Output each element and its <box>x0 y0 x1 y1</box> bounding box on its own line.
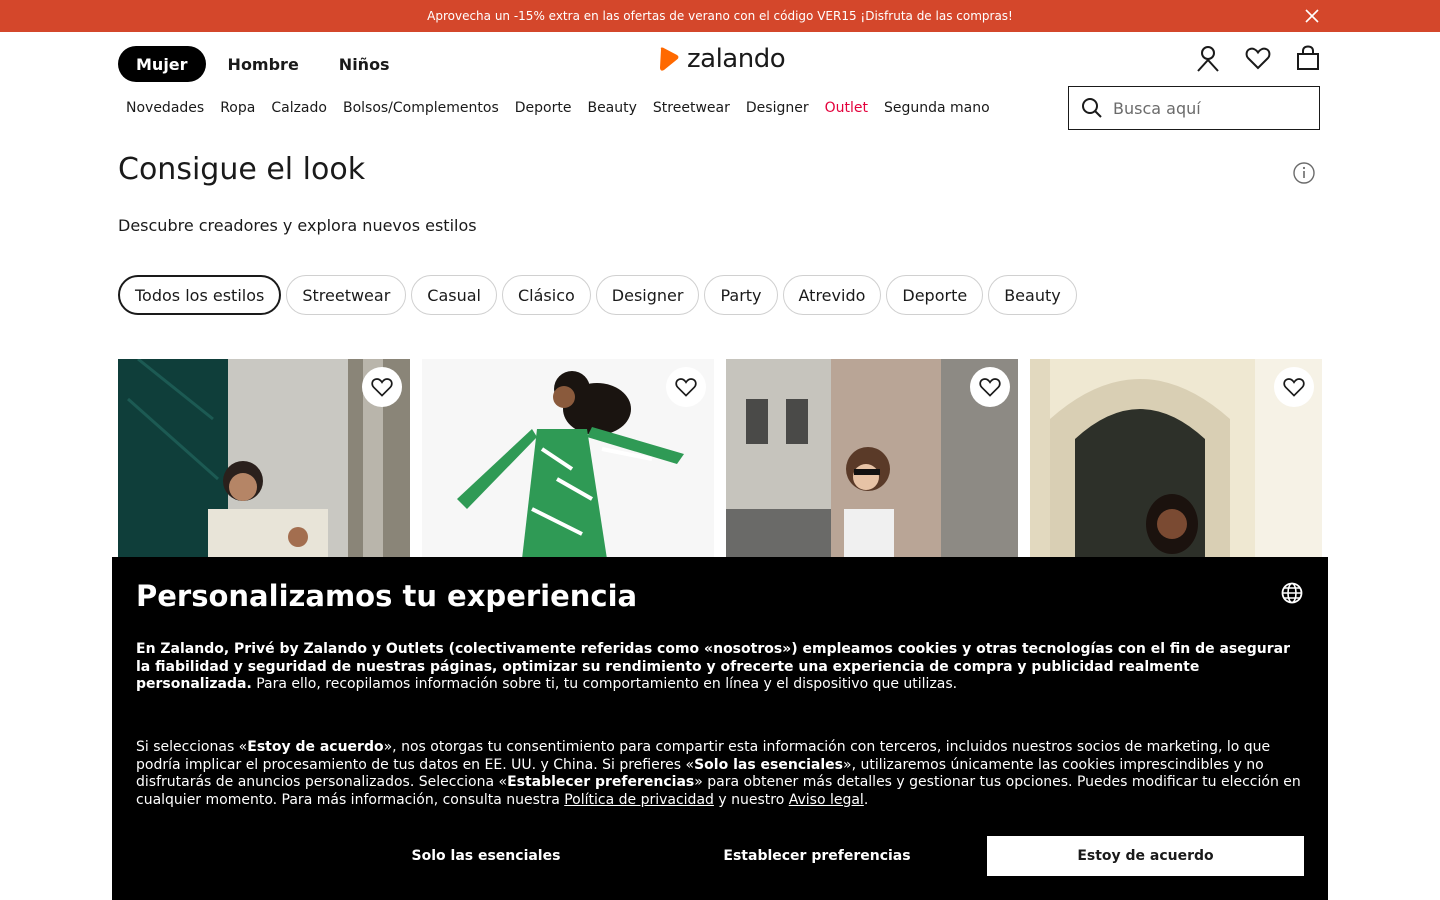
tab-ninos[interactable]: Niños <box>321 46 408 82</box>
cookie-text-bold: Establecer preferencias <box>507 774 695 790</box>
tab-mujer[interactable]: Mujer <box>118 46 206 82</box>
cookie-title: Personalizamos tu experiencia <box>136 579 638 613</box>
look-card[interactable] <box>1030 359 1322 559</box>
cookie-intro-text: En Zalando, Privé by Zalando y Outlets (… <box>136 641 1306 694</box>
heart-icon[interactable] <box>1244 44 1272 72</box>
cookie-text-bold: Estoy de acuerdo <box>247 739 384 755</box>
search-box[interactable] <box>1068 86 1320 130</box>
favorite-button[interactable] <box>362 367 402 407</box>
category-deporte[interactable]: Deporte <box>507 98 580 118</box>
look-card[interactable] <box>422 359 714 559</box>
cookie-actions: Solo las esenciales Establecer preferenc… <box>322 836 1304 876</box>
zalando-logo[interactable]: zalando <box>657 44 786 74</box>
look-card[interactable] <box>726 359 1018 559</box>
essential-only-button[interactable]: Solo las esenciales <box>322 836 650 876</box>
heart-icon <box>675 378 697 397</box>
cookie-text-segment: . <box>863 791 869 808</box>
promo-banner: Aprovecha un -15% extra en las ofertas d… <box>0 0 1440 32</box>
category-nav: Novedades Ropa Calzado Bolsos/Complement… <box>118 98 998 118</box>
globe-icon[interactable] <box>1280 581 1304 605</box>
category-calzado[interactable]: Calzado <box>263 98 335 118</box>
cookie-detail-text: Si seleccionas «Estoy de acuerdo», nos o… <box>136 739 1308 809</box>
page-title: Consigue el look <box>118 152 366 187</box>
info-icon[interactable] <box>1292 161 1316 185</box>
chip-atrevido[interactable]: Atrevido <box>782 275 882 315</box>
cookie-consent-dialog: Personalizamos tu experiencia En Zalando… <box>112 557 1328 900</box>
category-novedades[interactable]: Novedades <box>118 98 212 118</box>
set-preferences-button[interactable]: Establecer preferencias <box>652 836 982 876</box>
shopping-bag-icon[interactable] <box>1294 44 1322 72</box>
cookie-text-bold: Solo las esenciales <box>694 756 844 773</box>
chip-casual[interactable]: Casual <box>411 275 497 315</box>
category-segunda-mano[interactable]: Segunda mano <box>876 98 998 118</box>
heart-icon <box>979 378 1001 397</box>
zalando-logo-icon <box>660 47 679 71</box>
category-ropa[interactable]: Ropa <box>212 98 263 118</box>
chip-clasico[interactable]: Clásico <box>501 275 591 315</box>
look-card[interactable] <box>118 359 410 559</box>
accept-button[interactable]: Estoy de acuerdo <box>987 836 1304 876</box>
privacy-policy-link[interactable]: Política de privacidad <box>564 792 714 808</box>
category-outlet[interactable]: Outlet <box>817 98 876 118</box>
category-streetwear[interactable]: Streetwear <box>645 98 738 118</box>
category-bolsos[interactable]: Bolsos/Complementos <box>335 98 507 118</box>
category-designer[interactable]: Designer <box>738 98 817 118</box>
tab-hombre[interactable]: Hombre <box>210 46 317 82</box>
category-beauty[interactable]: Beauty <box>579 98 644 118</box>
search-input[interactable] <box>1113 98 1303 118</box>
cookie-text-segment: Si seleccionas « <box>136 739 248 755</box>
chip-streetwear[interactable]: Streetwear <box>286 275 407 315</box>
chip-deporte[interactable]: Deporte <box>886 275 984 315</box>
chip-beauty[interactable]: Beauty <box>988 275 1077 315</box>
look-grid <box>118 359 1322 559</box>
search-icon <box>1082 98 1102 118</box>
close-icon[interactable] <box>1304 8 1320 24</box>
logo-text: zalando <box>687 44 786 74</box>
cookie-intro-rest: Para ello, recopilamos información sobre… <box>251 676 958 692</box>
page-subtitle: Descubre creadores y explora nuevos esti… <box>118 216 477 235</box>
favorite-button[interactable] <box>1274 367 1314 407</box>
user-icon[interactable] <box>1194 44 1222 72</box>
heart-icon <box>371 378 393 397</box>
favorite-button[interactable] <box>970 367 1010 407</box>
promo-text: Aprovecha un -15% extra en las ofertas d… <box>427 9 1013 23</box>
heart-icon <box>1283 378 1305 397</box>
chip-designer[interactable]: Designer <box>595 275 700 315</box>
cookie-text-segment: y nuestro <box>713 791 789 808</box>
favorite-button[interactable] <box>666 367 706 407</box>
gender-nav: Mujer Hombre Niños <box>118 46 408 82</box>
legal-notice-link[interactable]: Aviso legal <box>789 792 864 808</box>
chip-party[interactable]: Party <box>704 275 778 315</box>
style-filter: Todos los estilos Streetwear Casual Clás… <box>118 275 1077 315</box>
chip-todos[interactable]: Todos los estilos <box>118 275 282 315</box>
header-actions <box>1194 44 1322 72</box>
